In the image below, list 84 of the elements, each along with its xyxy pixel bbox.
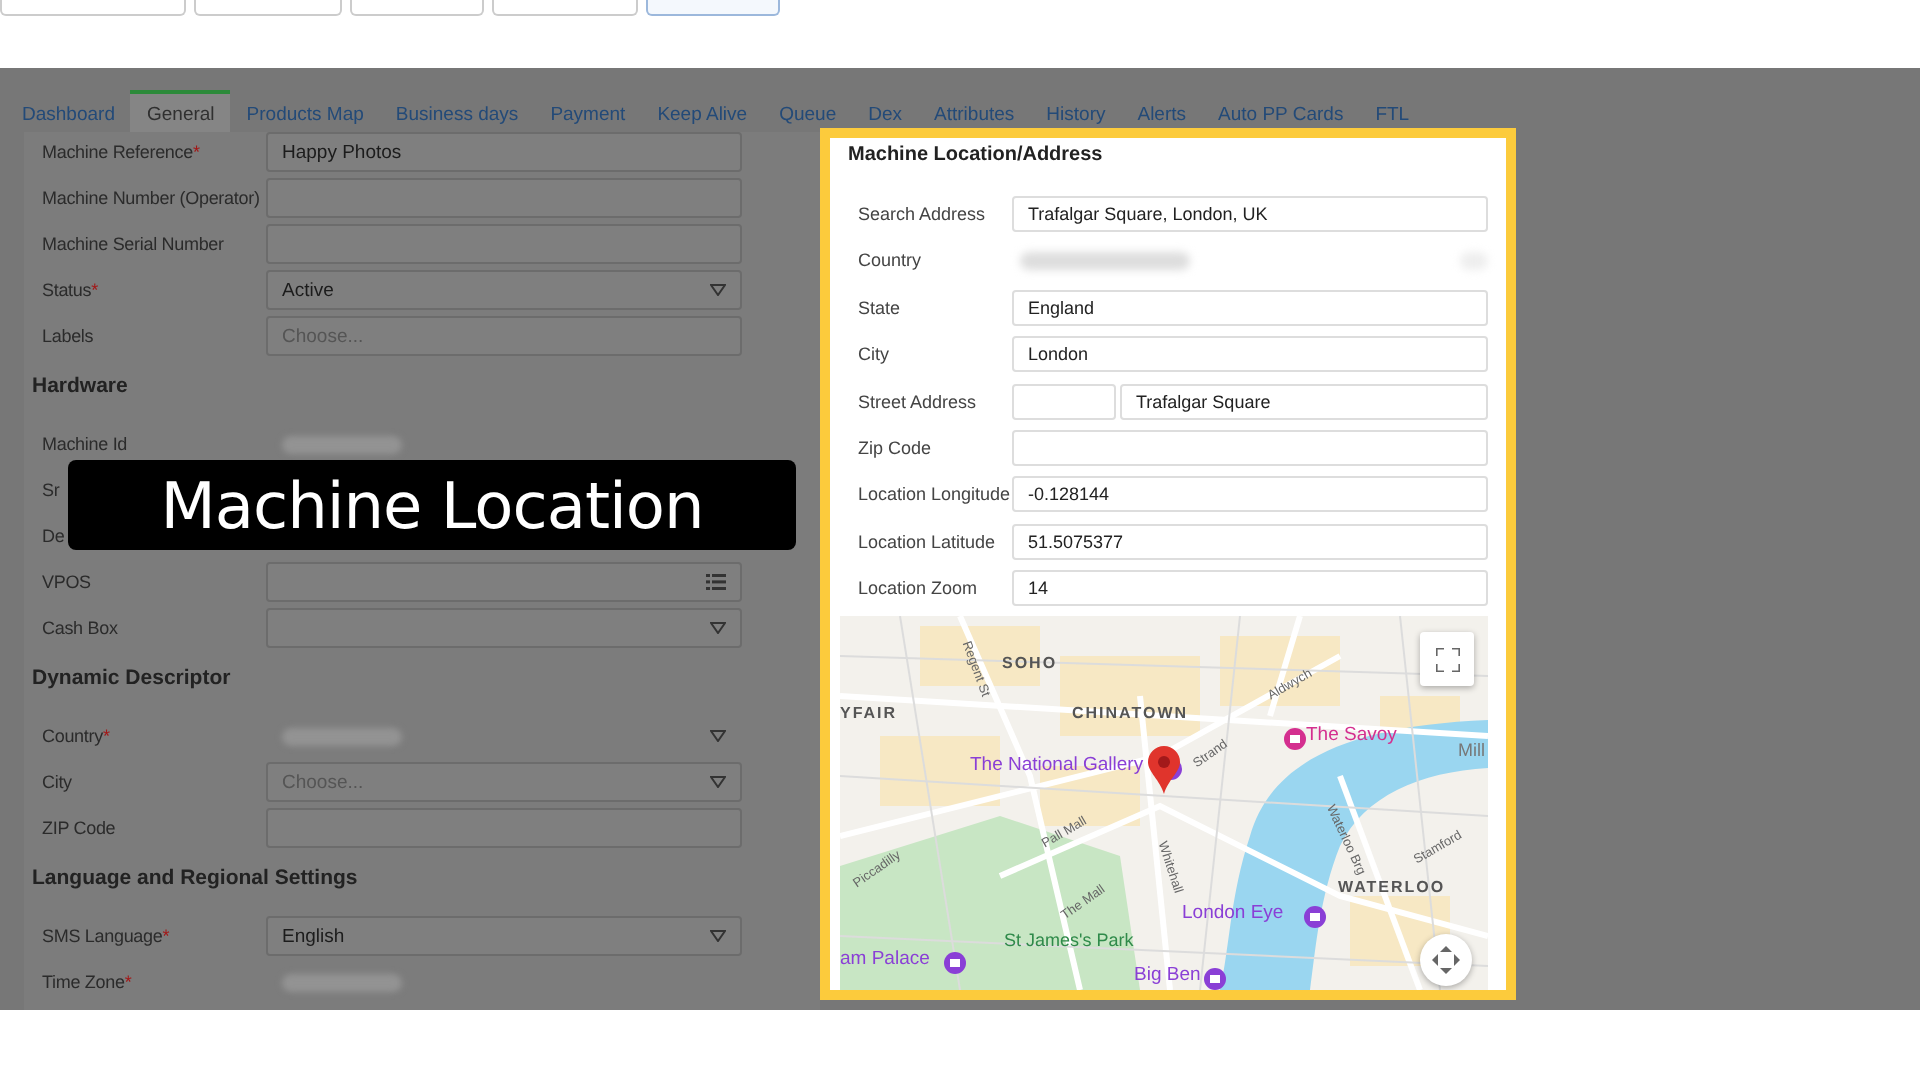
tab[interactable]: Auto PP Cards: [1202, 92, 1360, 132]
card-title: Machine Location/Address: [848, 144, 1105, 166]
toolbar-button[interactable]: [0, 0, 186, 16]
tab[interactable]: Payment: [534, 92, 642, 132]
field-label: Street Address: [858, 391, 979, 412]
field-label: Search Address: [858, 204, 988, 224]
field-label: Machine Number (Operator): [40, 188, 262, 208]
tab[interactable]: Products Map: [230, 92, 380, 132]
dropdown[interactable]: [266, 608, 742, 648]
field-label: Location Latitude: [858, 531, 998, 552]
tab[interactable]: Attributes: [918, 92, 1031, 132]
tab[interactable]: Alerts: [1121, 92, 1203, 132]
input-field[interactable]: 14: [1012, 570, 1488, 607]
field-label: ZIP Code: [40, 818, 118, 838]
map-label: The National Gallery: [970, 756, 1144, 776]
tab[interactable]: Dashboard: [6, 92, 131, 132]
field-label: Machine Serial Number: [40, 234, 226, 254]
tab[interactable]: Dex: [852, 92, 919, 132]
field-label: State: [858, 297, 903, 318]
caret-icon: [710, 930, 726, 942]
tab[interactable]: Keep Alive: [641, 92, 764, 132]
section-heading: Dynamic Descriptor: [32, 664, 233, 692]
input-field[interactable]: -0.128144: [1012, 476, 1488, 513]
field-label: Machine Reference*: [40, 142, 202, 162]
map-label: St James's Park: [1004, 932, 1134, 951]
bed-icon: [1284, 728, 1306, 751]
caret-icon: [710, 730, 726, 742]
caption-banner: Machine Location: [68, 460, 796, 550]
tab[interactable]: History: [1030, 92, 1122, 132]
field-label: City: [40, 772, 74, 792]
fullscreen-icon: [1435, 647, 1459, 672]
map-label: SOHO: [1002, 656, 1058, 673]
map-label: WATERLOO: [1338, 880, 1446, 897]
dropdown[interactable]: English: [266, 916, 742, 956]
map-label: London Eye: [1182, 904, 1284, 924]
fullscreen-button[interactable]: [1420, 632, 1474, 687]
field-label: Location Longitude: [858, 484, 1012, 505]
tab[interactable]: Business days: [379, 92, 535, 132]
map-label: The Savoy: [1306, 726, 1397, 746]
field-label: Zip Code: [858, 437, 934, 458]
field-label: VPOS: [40, 572, 93, 592]
toolbar-button[interactable]: [350, 0, 484, 16]
tab[interactable]: Queue: [763, 92, 853, 132]
toolbar-button[interactable]: [194, 0, 342, 16]
tab[interactable]: General: [130, 90, 231, 132]
field-label: City: [858, 344, 891, 365]
input-field[interactable]: 51.5075377: [1012, 523, 1488, 560]
caret-icon: [710, 776, 726, 788]
redacted-value: [282, 435, 402, 453]
field-label: Sr: [40, 480, 62, 500]
field-label: Cash Box: [40, 618, 120, 638]
list-icon: [706, 574, 726, 590]
field-label: SMS Language*: [40, 926, 172, 946]
dropdown[interactable]: Active: [266, 270, 742, 310]
section-heading: Hardware: [32, 372, 130, 400]
caret-icon: [710, 284, 726, 296]
list-picker[interactable]: [266, 562, 742, 602]
field-label: De: [40, 526, 67, 546]
field-label: Machine Id: [40, 434, 130, 454]
map-pin-icon: [1148, 746, 1180, 795]
field-label: Country: [858, 250, 924, 271]
input-field[interactable]: Happy Photos: [266, 132, 742, 172]
toolbar-button[interactable]: [492, 0, 638, 16]
field-label: Time Zone*: [40, 972, 134, 992]
move-icon: [1432, 946, 1460, 975]
map-label: Mill: [1458, 742, 1485, 761]
input-field[interactable]: London: [1012, 336, 1488, 373]
tab[interactable]: FTL: [1359, 92, 1426, 132]
field-label: Location Zoom: [858, 578, 980, 599]
redacted-value: [282, 727, 402, 745]
input-field[interactable]: Trafalgar Square: [1120, 383, 1488, 420]
map-label: CHINATOWN: [1072, 706, 1189, 723]
map-label: YFAIR: [840, 706, 898, 723]
section-heading: Language and Regional Settings: [32, 864, 360, 892]
field-label: Status*: [40, 280, 100, 300]
toolbar-button[interactable]: [646, 0, 780, 16]
input-field[interactable]: Trafalgar Square, London, UK: [1012, 196, 1488, 232]
caret-icon: [710, 622, 726, 634]
field-label: Country*: [40, 726, 112, 746]
input-field[interactable]: England: [1012, 289, 1488, 326]
field-label: Labels: [40, 326, 96, 346]
map-label: Big Ben: [1134, 966, 1201, 986]
redacted-value: [282, 973, 402, 991]
map-label: am Palace: [840, 950, 930, 970]
